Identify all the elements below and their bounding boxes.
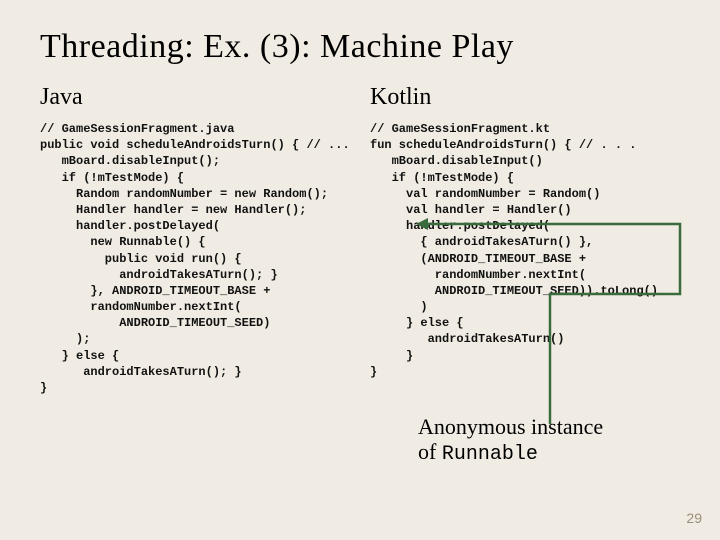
annotation-runnable: Runnable	[442, 443, 538, 466]
annotation-line1: Anonymous instance	[418, 414, 603, 439]
java-heading: Java	[40, 84, 350, 111]
columns: Java // GameSessionFragment.java public …	[40, 84, 680, 396]
kotlin-code: // GameSessionFragment.kt fun scheduleAn…	[370, 121, 680, 380]
annotation-line2-prefix: of	[418, 439, 442, 464]
annotation: Anonymous instance of Runnable	[418, 414, 658, 466]
kotlin-heading: Kotlin	[370, 84, 680, 111]
kotlin-column: Kotlin // GameSessionFragment.kt fun sch…	[370, 84, 680, 396]
page-number: 29	[686, 510, 702, 526]
java-column: Java // GameSessionFragment.java public …	[40, 84, 350, 396]
slide: Threading: Ex. (3): Machine Play Java //…	[0, 0, 720, 540]
slide-title: Threading: Ex. (3): Machine Play	[40, 28, 680, 66]
java-code: // GameSessionFragment.java public void …	[40, 121, 350, 396]
